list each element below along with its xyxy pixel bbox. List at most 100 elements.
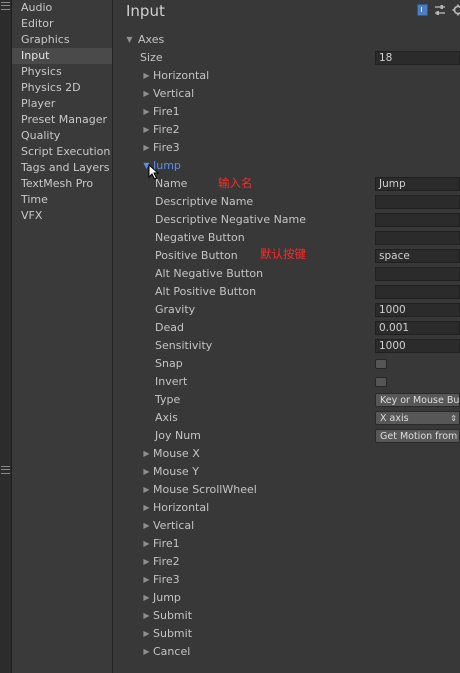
input-manager-panel: Input ▼ Axes Size 18 ▶ Horizontal ▶ Vert… (114, 0, 460, 673)
axis-name: Horizontal (153, 501, 210, 514)
sensitivity-row: Sensitivity 1000 (114, 337, 460, 355)
axis-foldout-submit[interactable]: ▶ Submit (114, 607, 460, 625)
descriptive-name-label: Descriptive Name (155, 195, 254, 208)
foldout-closed-icon: ▶ (143, 485, 150, 494)
alt-negative-button-field[interactable] (375, 267, 460, 281)
invert-checkbox[interactable] (375, 377, 387, 387)
sidebar-item-quality[interactable]: Quality (12, 128, 112, 144)
axis-foldout-mouse-y[interactable]: ▶ Mouse Y (114, 463, 460, 481)
name-field[interactable]: Jump (375, 177, 460, 191)
axis-name: Submit (153, 627, 193, 640)
descriptive-negative-name-label: Descriptive Negative Name (155, 213, 307, 226)
negative-button-label: Negative Button (155, 231, 245, 244)
axis-foldout-mouse-x[interactable]: ▶ Mouse X (114, 445, 460, 463)
panel-grip-icon[interactable] (1, 466, 10, 474)
left-panel-strip (0, 0, 12, 673)
axis-foldout-horizontal-2[interactable]: ▶ Horizontal (114, 499, 460, 517)
axis-foldout-jump[interactable]: ▼ Jump (114, 157, 460, 175)
axis-value: X axis (380, 413, 409, 424)
sidebar-item-time[interactable]: Time (12, 192, 112, 208)
axis-name: Cancel (153, 645, 191, 658)
alt-positive-button-label: Alt Positive Button (155, 285, 257, 298)
axis-name: Mouse ScrollWheel (153, 483, 257, 496)
descriptive-negative-name-field[interactable] (375, 213, 460, 227)
sidebar-item-physics-2d[interactable]: Physics 2D (12, 80, 112, 96)
axis-foldout-vertical[interactable]: ▶ Vertical (114, 85, 460, 103)
dead-field[interactable]: 0.001 (375, 321, 460, 335)
axis-foldout-fire2[interactable]: ▶ Fire2 (114, 121, 460, 139)
gravity-field[interactable]: 1000 (375, 303, 460, 317)
negative-button-field[interactable] (375, 231, 460, 245)
sidebar-item-input[interactable]: Input (12, 48, 112, 64)
axis-foldout-jump-2[interactable]: ▶ Jump (114, 589, 460, 607)
presets-icon[interactable] (434, 4, 446, 16)
positive-button-annotation: 默认按键 (260, 247, 306, 261)
axis-foldout-submit-2[interactable]: ▶ Submit (114, 625, 460, 643)
axis-foldout-fire2-2[interactable]: ▶ Fire2 (114, 553, 460, 571)
dead-row: Dead 0.001 (114, 319, 460, 337)
negative-button-row: Negative Button (114, 229, 460, 247)
size-label: Size (140, 51, 163, 64)
axis-foldout-mouse-scrollwheel[interactable]: ▶ Mouse ScrollWheel (114, 481, 460, 499)
sensitivity-field[interactable]: 1000 (375, 339, 460, 353)
axis-name: Fire1 (153, 105, 180, 118)
foldout-closed-icon: ▶ (143, 89, 150, 98)
sidebar-item-audio[interactable]: Audio (12, 0, 112, 16)
foldout-closed-icon: ▶ (143, 647, 150, 656)
axis-name: Fire2 (153, 123, 180, 136)
joy-num-label: Joy Num (155, 429, 201, 442)
mouse-cursor-icon (148, 164, 160, 180)
descriptive-name-field[interactable] (375, 195, 460, 209)
foldout-closed-icon: ▶ (143, 143, 150, 152)
axis-dropdown[interactable]: X axis ⇕ (375, 411, 460, 425)
axes-label: Axes (138, 33, 165, 46)
foldout-closed-icon: ▶ (143, 521, 150, 530)
sidebar-item-vfx[interactable]: VFX (12, 208, 112, 224)
foldout-open-icon: ▼ (126, 35, 133, 44)
snap-row: Snap (114, 355, 460, 373)
foldout-closed-icon: ▶ (143, 611, 150, 620)
sidebar-item-script-execution-order[interactable]: Script Execution Order (12, 144, 112, 160)
positive-button-label: Positive Button (155, 249, 238, 262)
invert-row: Invert (114, 373, 460, 391)
axis-name: Vertical (153, 87, 195, 100)
foldout-closed-icon: ▶ (143, 629, 150, 638)
gear-icon[interactable] (452, 4, 460, 16)
invert-label: Invert (155, 375, 188, 388)
positive-button-field[interactable]: space (375, 249, 460, 263)
axis-label: Axis (155, 411, 178, 424)
sensitivity-label: Sensitivity (155, 339, 213, 352)
axis-foldout-vertical-2[interactable]: ▶ Vertical (114, 517, 460, 535)
sidebar-item-preset-manager[interactable]: Preset Manager (12, 112, 112, 128)
alt-negative-button-row: Alt Negative Button (114, 265, 460, 283)
gravity-row: Gravity 1000 (114, 301, 460, 319)
type-row: Type Key or Mouse Button (114, 391, 460, 409)
help-book-icon[interactable] (417, 4, 428, 16)
axis-foldout-fire1[interactable]: ▶ Fire1 (114, 103, 460, 121)
joy-num-value: Get Motion from all Joysticks (380, 431, 459, 442)
axis-row: Axis X axis ⇕ (114, 409, 460, 427)
sidebar-item-player[interactable]: Player (12, 96, 112, 112)
size-field[interactable]: 18 (375, 51, 460, 65)
axes-foldout[interactable]: ▼ Axes (114, 31, 460, 49)
type-dropdown[interactable]: Key or Mouse Button (375, 393, 460, 407)
sidebar-item-tags-and-layers[interactable]: Tags and Layers (12, 160, 112, 176)
axis-foldout-fire3-2[interactable]: ▶ Fire3 (114, 571, 460, 589)
axis-foldout-fire3[interactable]: ▶ Fire3 (114, 139, 460, 157)
snap-checkbox[interactable] (375, 359, 387, 369)
axis-foldout-horizontal[interactable]: ▶ Horizontal (114, 67, 460, 85)
axis-foldout-cancel[interactable]: ▶ Cancel (114, 643, 460, 661)
type-value: Key or Mouse Button (380, 395, 460, 406)
axis-name: Mouse X (153, 447, 200, 460)
sidebar-item-editor[interactable]: Editor (12, 16, 112, 32)
joy-num-dropdown[interactable]: Get Motion from all Joysticks (375, 429, 460, 443)
sidebar-item-physics[interactable]: Physics (12, 64, 112, 80)
panel-grip-icon[interactable] (1, 2, 10, 10)
axis-name: Mouse Y (153, 465, 199, 478)
sidebar-item-textmesh-pro[interactable]: TextMesh Pro (12, 176, 112, 192)
updown-arrows-icon: ⇕ (450, 414, 457, 423)
page-title: Input (126, 2, 165, 20)
alt-positive-button-field[interactable] (375, 285, 460, 299)
sidebar-item-graphics[interactable]: Graphics (12, 32, 112, 48)
axis-foldout-fire1-2[interactable]: ▶ Fire1 (114, 535, 460, 553)
